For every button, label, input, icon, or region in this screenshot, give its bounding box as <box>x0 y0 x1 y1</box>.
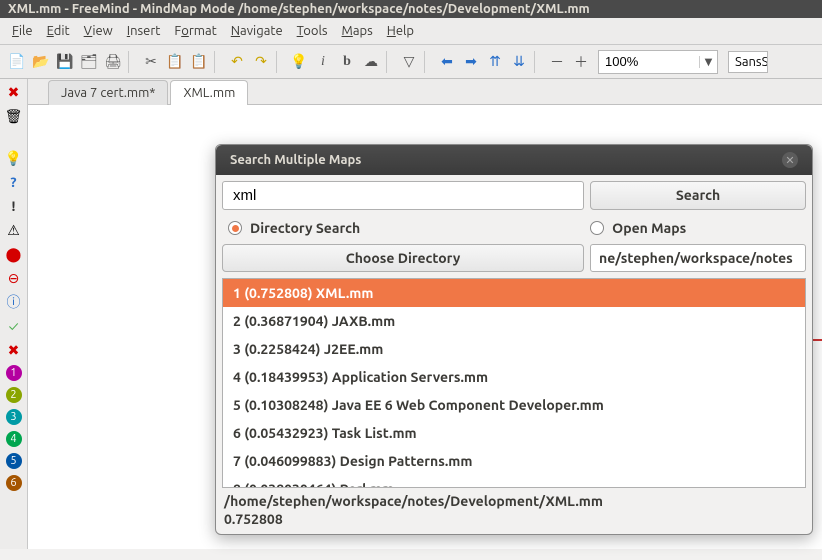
prio2-icon[interactable]: 2 <box>6 387 22 403</box>
stop-icon[interactable]: ⬤ <box>5 245 23 263</box>
dialog-title-text: Search Multiple Maps <box>230 153 361 167</box>
menu-view[interactable]: View <box>78 22 119 40</box>
search-dialog: Search Multiple Maps ✕ Search Directory … <box>215 144 813 535</box>
open-icon[interactable]: 📂 <box>30 51 52 73</box>
result-row[interactable]: 5 (0.10308248) Java EE 6 Web Component D… <box>223 391 805 419</box>
tab-java7cert[interactable]: Java 7 cert.mm* <box>48 80 168 105</box>
bold-icon[interactable]: b <box>336 51 358 73</box>
nav-right-icon[interactable]: ➡ <box>460 51 482 73</box>
copy-icon[interactable]: 📋 <box>164 51 186 73</box>
italic-icon[interactable]: i <box>312 51 334 73</box>
window-title: XML.mm - FreeMind - MindMap Mode /home/s… <box>0 0 822 18</box>
saveall-icon[interactable]: 🗂 <box>78 51 100 73</box>
zoom-out-icon[interactable]: － <box>546 51 568 73</box>
exclaim-icon[interactable]: ! <box>5 197 23 215</box>
result-row[interactable]: 1 (0.752808) XML.mm <box>223 279 805 307</box>
paste-icon[interactable]: 📋 <box>188 51 210 73</box>
font-select[interactable]: SansS <box>728 51 768 73</box>
result-row[interactable]: 7 (0.046099883) Design Patterns.mm <box>223 447 805 475</box>
icon-toolbar: ✖ 🗑 💡 ? ! ⚠ ⬤ ⊖ ⓘ ✓ ✖ 1 2 3 4 5 6 <box>0 79 28 549</box>
undo-icon[interactable]: ↶ <box>226 51 248 73</box>
prio3-icon[interactable]: 3 <box>6 409 22 425</box>
cut-icon[interactable]: ✂ <box>140 51 162 73</box>
menu-file[interactable]: File <box>6 22 39 40</box>
canvas[interactable]: Java 7 cert.mm* XML.mm Search Multiple M… <box>28 79 822 549</box>
cloud-icon[interactable]: ☁ <box>360 51 382 73</box>
tab-xml[interactable]: XML.mm <box>170 80 248 105</box>
directory-display: ne/stephen/workspace/notes <box>590 244 806 272</box>
close-icon[interactable]: ✕ <box>782 152 798 168</box>
info-icon[interactable]: ⓘ <box>5 293 23 311</box>
tabbar: Java 7 cert.mm* XML.mm <box>28 79 822 105</box>
radio-off-icon <box>590 221 604 235</box>
ok-icon[interactable]: ✓ <box>5 317 23 335</box>
prio5-icon[interactable]: 5 <box>6 453 22 469</box>
result-row[interactable]: 4 (0.18439953) Application Servers.mm <box>223 363 805 391</box>
print-icon[interactable]: 🖨 <box>102 51 124 73</box>
status-text: /home/stephen/workspace/notes/Developmen… <box>222 488 806 528</box>
save-icon[interactable]: 💾 <box>54 51 76 73</box>
result-row[interactable]: 3 (0.2258424) J2EE.mm <box>223 335 805 363</box>
menu-maps[interactable]: Maps <box>336 22 379 40</box>
no-icon[interactable]: ✖ <box>5 341 23 359</box>
filter-icon[interactable]: ▽ <box>398 51 420 73</box>
menu-format[interactable]: Format <box>168 22 222 40</box>
search-input[interactable] <box>222 181 584 210</box>
prio4-icon[interactable]: 4 <box>6 431 22 447</box>
trash-icon[interactable]: 🗑 <box>5 107 23 125</box>
result-row[interactable]: 8 (0.038030464) Perl.mm <box>223 475 805 488</box>
nav-up-icon[interactable]: ⇈ <box>484 51 506 73</box>
choose-directory-button[interactable]: Choose Directory <box>222 244 584 272</box>
dialog-titlebar[interactable]: Search Multiple Maps ✕ <box>216 145 812 175</box>
chevron-down-icon[interactable]: ▼ <box>699 56 717 68</box>
zoom-input[interactable] <box>599 52 699 71</box>
help-icon[interactable]: ? <box>5 173 23 191</box>
toolbar: 📄 📂 💾 🗂 🖨 ✂ 📋 📋 ↶ ↷ 💡 i b ☁ ▽ ⬅ ➡ ⇈ ⇊ － … <box>0 45 822 79</box>
result-row[interactable]: 2 (0.36871904) JAXB.mm <box>223 307 805 335</box>
menu-insert[interactable]: Insert <box>121 22 167 40</box>
new-icon[interactable]: 📄 <box>6 51 28 73</box>
remove-icon[interactable]: ✖ <box>5 83 23 101</box>
menubar: File Edit View Insert Format Navigate To… <box>0 18 822 45</box>
result-row[interactable]: 6 (0.05432923) Task List.mm <box>223 419 805 447</box>
prio1-icon[interactable]: 1 <box>6 365 22 381</box>
radio-on-icon <box>228 221 242 235</box>
radio-open-maps[interactable]: Open Maps <box>590 220 686 236</box>
zoom-field[interactable]: ▼ <box>598 50 718 74</box>
radio-directory-search[interactable]: Directory Search <box>228 220 360 236</box>
results-list[interactable]: 1 (0.752808) XML.mm 2 (0.36871904) JAXB.… <box>222 278 806 488</box>
nav-down-icon[interactable]: ⇊ <box>508 51 530 73</box>
warn-icon[interactable]: ⚠ <box>5 221 23 239</box>
minus-icon[interactable]: ⊖ <box>5 269 23 287</box>
menu-tools[interactable]: Tools <box>291 22 334 40</box>
menu-navigate[interactable]: Navigate <box>225 22 289 40</box>
menu-help[interactable]: Help <box>381 22 420 40</box>
menu-edit[interactable]: Edit <box>41 22 76 40</box>
idea-icon[interactable]: 💡 <box>5 149 23 167</box>
zoom-in-icon[interactable]: ＋ <box>570 51 592 73</box>
redo-icon[interactable]: ↷ <box>250 51 272 73</box>
prio6-icon[interactable]: 6 <box>6 475 22 491</box>
nav-left-icon[interactable]: ⬅ <box>436 51 458 73</box>
search-button[interactable]: Search <box>590 181 806 210</box>
idea-icon[interactable]: 💡 <box>288 51 310 73</box>
